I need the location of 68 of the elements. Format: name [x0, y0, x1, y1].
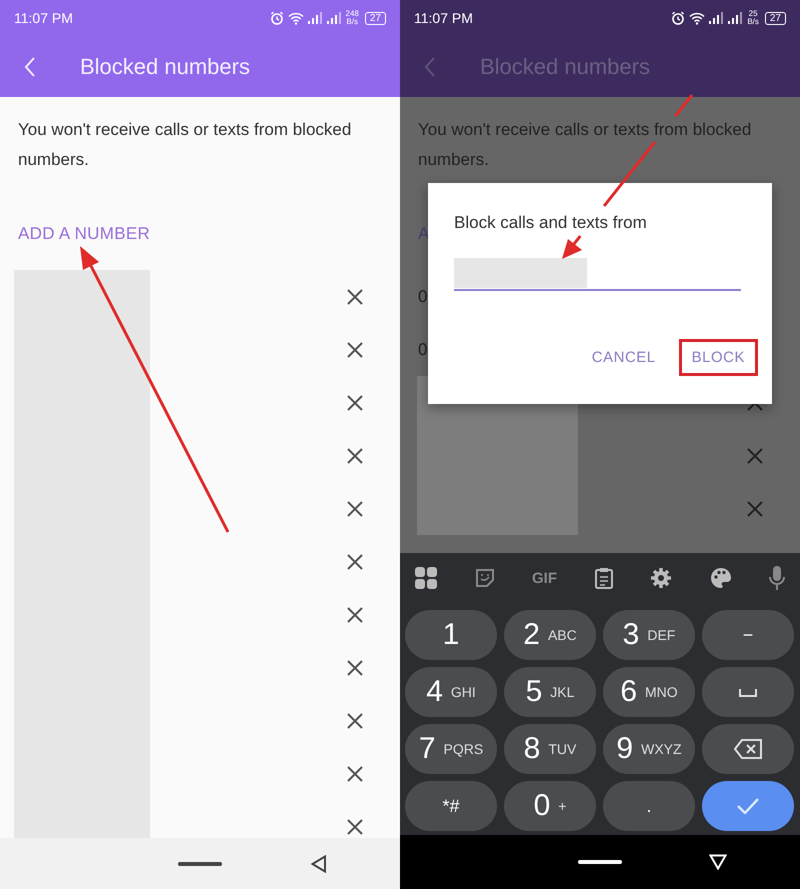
- status-time: 11:07 PM: [14, 10, 73, 26]
- close-icon[interactable]: [347, 712, 363, 728]
- palette-icon[interactable]: [710, 567, 732, 589]
- close-icon[interactable]: [347, 818, 363, 834]
- dialog-button[interactable]: BLOCK: [678, 339, 758, 376]
- back-icon[interactable]: [311, 854, 327, 872]
- close-icon[interactable]: [347, 394, 363, 410]
- close-icon[interactable]: [347, 606, 363, 622]
- close-icon[interactable]: [347, 288, 363, 304]
- signal-icon: [308, 12, 323, 24]
- close-icon[interactable]: [347, 448, 363, 464]
- status-time: 11:07 PM: [414, 10, 473, 26]
- settings-icon[interactable]: [650, 567, 672, 589]
- close-icon[interactable]: [347, 554, 363, 570]
- signal-icon: [728, 12, 744, 24]
- phone-number: 0: [418, 340, 428, 360]
- home-handle[interactable]: [578, 860, 622, 864]
- battery-level: 27: [764, 12, 786, 24]
- clipboard-icon[interactable]: [594, 567, 612, 589]
- close-icon[interactable]: [347, 500, 363, 516]
- signal-icon: [326, 12, 342, 24]
- wifi-icon: [689, 12, 706, 24]
- alarm-icon: [671, 11, 686, 25]
- description-text: You won't receive calls or texts from blocked numbers.: [18, 119, 352, 171]
- description-text: You won't receive calls or texts from blocked numbers.: [418, 119, 752, 171]
- symbol-key[interactable]: *#: [405, 781, 497, 831]
- symbol-key[interactable]: −: [702, 610, 794, 660]
- mic-icon[interactable]: [769, 566, 785, 590]
- close-icon[interactable]: [347, 766, 363, 782]
- backspace-key[interactable]: [702, 724, 794, 774]
- digit-key[interactable]: 1: [405, 610, 497, 660]
- screen-title: Blocked numbers: [80, 54, 250, 80]
- network-speed-unit: B/s: [747, 18, 759, 26]
- signal-icon: [709, 12, 724, 24]
- sticker-icon[interactable]: [474, 568, 494, 588]
- space-icon: [739, 688, 757, 696]
- network-speed: 248: [346, 10, 359, 18]
- digit-key[interactable]: 4 GHI: [405, 667, 497, 717]
- dialog-title: Block calls and texts from: [454, 213, 648, 233]
- digit-key[interactable]: 5 JKL: [504, 667, 596, 717]
- home-handle[interactable]: [178, 862, 222, 866]
- close-icon[interactable]: [347, 660, 363, 676]
- gif-button[interactable]: GIF: [532, 570, 557, 586]
- alarm-icon: [270, 11, 284, 25]
- digit-key[interactable]: 9 WXYZ: [603, 724, 695, 774]
- close-icon[interactable]: [347, 342, 363, 358]
- close-icon[interactable]: [747, 500, 763, 516]
- digit-key[interactable]: 8 TUV: [504, 724, 596, 774]
- digit-key[interactable]: 3 DEF: [603, 610, 695, 660]
- digit-key[interactable]: 2 ABC: [504, 610, 596, 660]
- dialog-button[interactable]: CANCEL: [578, 339, 669, 376]
- number-input-field[interactable]: [454, 258, 741, 291]
- grid-icon[interactable]: [415, 567, 437, 589]
- symbol-key[interactable]: .: [603, 781, 695, 831]
- digit-key[interactable]: 7 PQRS: [405, 724, 497, 774]
- close-icon[interactable]: [747, 448, 763, 464]
- battery-level: 27: [364, 12, 386, 24]
- hide-keyboard-icon[interactable]: [709, 854, 727, 870]
- done-key[interactable]: [702, 781, 794, 831]
- wifi-icon: [288, 12, 304, 24]
- digit-key[interactable]: 0 +: [504, 781, 596, 831]
- network-speed-unit: B/s: [346, 18, 358, 26]
- digit-key[interactable]: 6 MNO: [603, 667, 695, 717]
- add-number-link[interactable]: ADD A NUMBER: [18, 224, 150, 244]
- network-speed: 25: [748, 10, 758, 18]
- check-icon: [737, 798, 759, 814]
- phone-number: 0: [418, 286, 428, 306]
- backspace-icon: [734, 739, 762, 759]
